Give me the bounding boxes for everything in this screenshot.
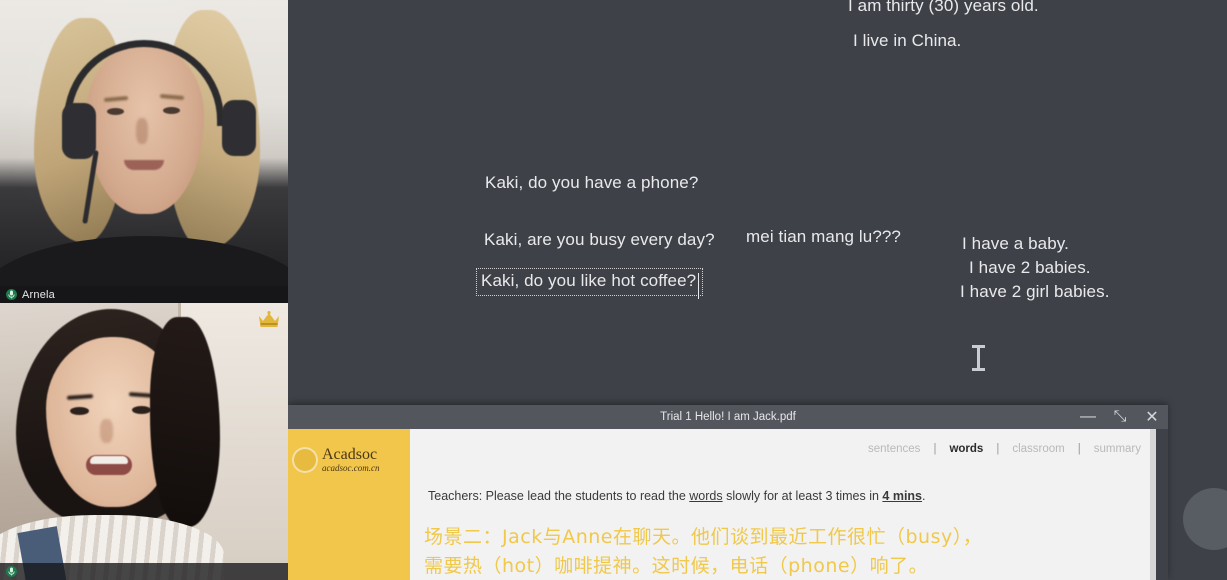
- student-name-bar: [0, 563, 288, 580]
- pdf-window[interactable]: Trial 1 Hello! I am Jack.pdf — ⤡ ✕ Acads…: [288, 405, 1168, 580]
- instruction-keyword-words: words: [689, 489, 723, 503]
- wb-line-country[interactable]: I live in China.: [853, 31, 961, 51]
- hand-drawn-doodle: [576, 0, 886, 80]
- microphone-icon: [6, 566, 17, 577]
- pdf-branding-sidebar: Acadsoc acadsoc.com.cn: [288, 429, 410, 580]
- selected-textbox-text: Kaki, do you like hot coffee?: [481, 271, 697, 290]
- pdf-title-bar[interactable]: Trial 1 Hello! I am Jack.pdf — ⤡ ✕: [288, 405, 1168, 429]
- microphone-icon: [6, 289, 17, 300]
- text-ibeam-cursor: [972, 345, 985, 371]
- acadsoc-logo-url: acadsoc.com.cn: [322, 463, 380, 473]
- wb-line-baby-2[interactable]: I have 2 babies.: [969, 258, 1091, 278]
- acadsoc-logo: Acadsoc acadsoc.com.cn: [292, 447, 379, 473]
- pdf-section-tabs: sentences | words | classroom | summary: [855, 443, 1154, 455]
- instruction-prefix: Teachers: Please lead the students to re…: [428, 489, 690, 503]
- selected-textbox-coffee[interactable]: Kaki, do you like hot coffee?: [476, 268, 704, 299]
- floating-round-control[interactable]: [1183, 488, 1227, 550]
- teacher-instruction: Teachers: Please lead the students to re…: [428, 489, 926, 503]
- teacher-video-frame: [0, 0, 288, 303]
- scenario-line-1: 场景二：Jack与Anne在聊天。他们谈到最近工作很忙（busy），: [424, 526, 983, 548]
- pdf-right-gap: [1156, 429, 1168, 580]
- wb-line-baby-1[interactable]: I have a baby.: [962, 234, 1069, 254]
- wb-line-busy-question[interactable]: Kaki, are you busy every day?: [484, 230, 715, 250]
- screen-root: I am thirty (30) years old. I live in Ch…: [0, 0, 1227, 580]
- seal-icon: [292, 447, 318, 473]
- text-caret: [698, 273, 700, 299]
- teacher-video-tile[interactable]: Arnela: [0, 0, 288, 303]
- video-panel: Arnela: [0, 0, 288, 580]
- scenario-line-2: 需要热（hot）咖啡提神。这时候，电话（phone）响了。: [424, 555, 929, 577]
- teacher-name-bar: Arnela: [0, 286, 288, 303]
- instruction-middle: slowly for at least 3 times in: [722, 489, 883, 503]
- wb-line-pinyin[interactable]: mei tian mang lu???: [746, 227, 901, 247]
- tab-classroom[interactable]: classroom: [999, 443, 1077, 455]
- teacher-name-label: Arnela: [22, 288, 55, 301]
- tab-sentences[interactable]: sentences: [855, 443, 933, 455]
- pdf-content-area: Acadsoc acadsoc.com.cn sentences | words…: [288, 429, 1168, 580]
- wb-line-phone-question[interactable]: Kaki, do you have a phone?: [485, 173, 698, 193]
- wb-line-baby-3[interactable]: I have 2 girl babies.: [960, 282, 1110, 302]
- scenario-chinese-text: 场景二：Jack与Anne在聊天。他们谈到最近工作很忙（busy）， 需要热（h…: [424, 523, 982, 580]
- restore-icon[interactable]: ⤡: [1108, 406, 1132, 428]
- wb-line-age[interactable]: I am thirty (30) years old.: [848, 0, 1039, 16]
- tab-summary[interactable]: summary: [1081, 443, 1154, 455]
- close-icon[interactable]: ✕: [1140, 406, 1164, 428]
- pdf-title-label: Trial 1 Hello! I am Jack.pdf: [660, 411, 796, 423]
- tab-words[interactable]: words: [936, 443, 996, 455]
- instruction-keyword-duration: 4 mins: [882, 489, 923, 503]
- acadsoc-logo-name: Acadsoc: [322, 446, 378, 463]
- instruction-suffix: .: [922, 489, 926, 503]
- minimize-icon[interactable]: —: [1076, 406, 1100, 428]
- pdf-page[interactable]: sentences | words | classroom | summary …: [410, 429, 1168, 580]
- window-controls: — ⤡ ✕: [1076, 405, 1164, 429]
- student-video-frame: [0, 303, 288, 580]
- student-video-tile[interactable]: [0, 303, 288, 580]
- crown-icon: [259, 311, 279, 327]
